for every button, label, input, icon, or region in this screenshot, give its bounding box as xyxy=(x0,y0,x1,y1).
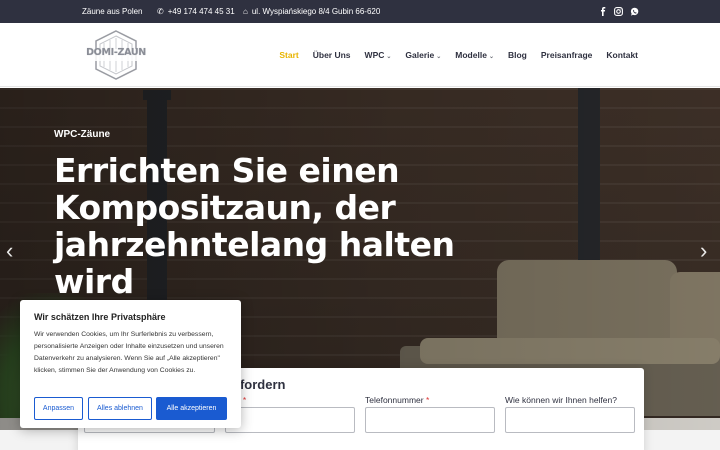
email-field[interactable] xyxy=(225,407,355,433)
hero-title: Errichten Sie einen Kompositzaun, der ja… xyxy=(54,151,455,301)
logo-text: DOMI-ZAUN xyxy=(86,47,146,58)
site-logo[interactable]: DOMI-ZAUN xyxy=(82,29,150,81)
phone-label-text: Telefonnummer xyxy=(365,395,424,405)
cookie-customize-button[interactable]: Anpassen xyxy=(34,397,83,420)
nav-label: Modelle xyxy=(455,50,487,60)
nav-item-galerie[interactable]: Galerie ⌄ xyxy=(405,50,441,60)
cookie-text: Wir verwenden Cookies, um Ihr Surferlebn… xyxy=(34,331,224,374)
required-mark: * xyxy=(242,395,247,405)
cookie-consent-banner: Wir schätzen Ihre Privatsphäre Wir verwe… xyxy=(20,300,241,428)
chevron-down-icon: ⌄ xyxy=(488,54,494,60)
main-nav: Start Über Uns WPC ⌄ Galerie ⌄ Modelle ⌄ Bl… xyxy=(279,23,638,87)
cookie-title: Wir schätzen Ihre Privatsphäre xyxy=(34,312,166,322)
message-field[interactable] xyxy=(505,407,635,433)
button-label: Alles ablehnen xyxy=(97,405,143,412)
chevron-down-icon: ⌄ xyxy=(386,54,392,60)
slider-next-arrow-icon[interactable]: › xyxy=(700,238,707,264)
button-label: Alle akzeptieren xyxy=(166,405,217,412)
phone-field[interactable] xyxy=(365,407,495,433)
nav-item-wpc[interactable]: WPC ⌄ xyxy=(365,50,392,60)
cookie-reject-button[interactable]: Alles ablehnen xyxy=(88,397,152,420)
top-bar: Zäune aus Polen ✆ +49 174 474 45 31 ⌂ ul… xyxy=(0,0,720,23)
social-links xyxy=(598,0,639,23)
instagram-icon[interactable] xyxy=(614,7,623,16)
phone-icon: ✆ xyxy=(157,7,164,16)
facebook-icon[interactable] xyxy=(598,7,607,16)
slider-prev-arrow-icon[interactable]: ‹ xyxy=(6,238,13,264)
hero-kicker: WPC-Zäune xyxy=(54,129,111,140)
phone-label: +49 174 474 45 31 xyxy=(167,7,235,16)
nav-item-start[interactable]: Start xyxy=(279,50,298,60)
required-mark: * xyxy=(425,395,430,405)
nav-label: Blog xyxy=(507,50,527,60)
cookie-accept-button[interactable]: Alle akzeptieren xyxy=(156,397,227,420)
nav-label: Preisanfrage xyxy=(540,50,593,60)
site-header: DOMI-ZAUN Start Über Uns WPC ⌄ Galerie ⌄ M… xyxy=(0,23,720,87)
nav-item-preisanfrage[interactable]: Preisanfrage xyxy=(541,50,593,60)
nav-label: Kontakt xyxy=(606,50,638,60)
location-text: Zäune aus Polen xyxy=(82,0,143,23)
home-icon: ⌂ xyxy=(243,7,248,16)
whatsapp-icon[interactable] xyxy=(630,7,639,16)
help-label: Wie können wir Ihnen helfen? xyxy=(505,395,617,405)
address-link[interactable]: ⌂ ul. Wyspiańskiego 8/4 Gubin 66-620 xyxy=(243,0,380,23)
nav-item-ueber-uns[interactable]: Über Uns xyxy=(313,50,351,60)
nav-item-kontakt[interactable]: Kontakt xyxy=(606,50,638,60)
nav-label: Über Uns xyxy=(312,50,351,60)
nav-item-blog[interactable]: Blog xyxy=(508,50,527,60)
location-label: Zäune aus Polen xyxy=(82,7,143,16)
help-label-text: Wie können wir Ihnen helfen? xyxy=(505,395,617,405)
nav-label: Start xyxy=(279,50,299,60)
address-label: ul. Wyspiańskiego 8/4 Gubin 66-620 xyxy=(251,7,381,16)
button-label: Anpassen xyxy=(42,405,75,412)
nav-label: Galerie xyxy=(405,50,435,60)
chevron-down-icon: ⌄ xyxy=(436,54,442,60)
nav-label: WPC xyxy=(364,50,385,60)
phone-link[interactable]: ✆ +49 174 474 45 31 xyxy=(157,0,235,23)
nav-item-modelle[interactable]: Modelle ⌄ xyxy=(455,50,494,60)
phone-field-label: Telefonnummer * xyxy=(365,395,429,405)
